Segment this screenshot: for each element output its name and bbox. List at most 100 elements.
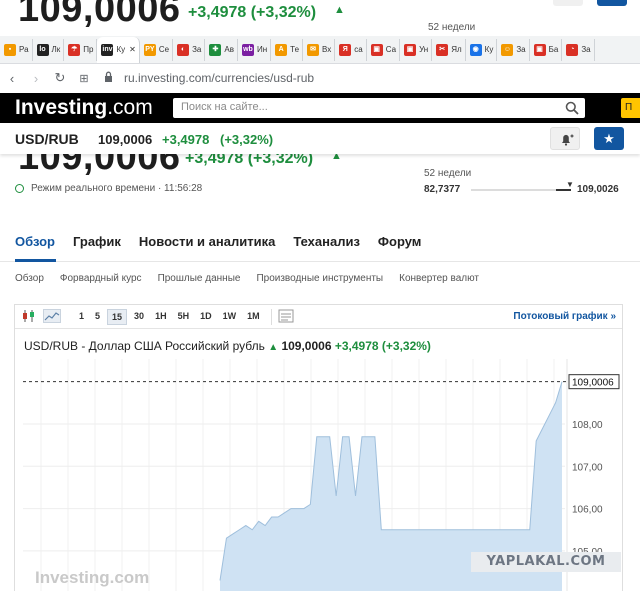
chart-settings-icon[interactable] [278, 309, 294, 325]
tab-favicon-icon: ✚ [209, 43, 222, 56]
forward-icon[interactable]: › [24, 71, 48, 86]
timeframe-button[interactable]: 1D [196, 309, 216, 325]
streaming-chart-link[interactable]: Потоковый график » [513, 311, 616, 322]
tab-forum[interactable]: Форум [378, 234, 421, 249]
sticky-quote-bar: USD/RUB 109,0006 +3,4978 (+3,32%) ★ [0, 124, 640, 154]
browser-tab-label: Са [385, 45, 397, 54]
current-price-label: 109,0006 [572, 378, 614, 389]
search-icon[interactable] [565, 101, 579, 115]
timeframe-button[interactable]: 15 [107, 308, 128, 325]
browser-tab[interactable]: inv Ку ✕ [97, 36, 140, 63]
browser-tab[interactable]: ✚ Ав [205, 38, 238, 61]
apps-grid-icon[interactable]: ⊞ [72, 72, 96, 85]
tab-technical[interactable]: Теханализ [293, 234, 360, 249]
investing-logo[interactable]: Investing.com [15, 96, 153, 120]
search-placeholder: Поиск на сайте... [181, 101, 268, 113]
url-field[interactable]: ru.investing.com/currencies/usd-rub [124, 71, 314, 85]
subtab-historical-data[interactable]: Прошлые данные [158, 273, 241, 284]
browser-tab[interactable]: ☺ За [497, 38, 530, 61]
week52-marker-icon: ▼ [566, 180, 574, 189]
site-search-input[interactable]: Поиск на сайте... [173, 98, 585, 118]
tab-favicon-icon: PY [143, 43, 156, 56]
quote-change: +3,4978 (+3,32%) [185, 154, 314, 167]
browser-tab-label: Те [290, 45, 300, 54]
browser-tab[interactable]: wb Ин [238, 38, 272, 61]
browser-tab-label: Ин [256, 45, 268, 54]
week52-low: 82,7377 [424, 184, 461, 195]
subtab-derivatives[interactable]: Производные инструменты [256, 273, 383, 284]
tab-favicon-icon: ◉ [469, 43, 482, 56]
browser-tab[interactable]: ◐ За [173, 38, 206, 61]
chart-widget: 1 5 15 30 1H 5H 1D 1W 1M Потоковый график » USD/… [14, 304, 623, 591]
browser-tab[interactable]: ▣ Ба [530, 38, 563, 61]
close-tab-icon[interactable]: ✕ [129, 45, 136, 54]
signup-button[interactable]: П [621, 98, 640, 118]
sticky-price: 109,0006 [98, 132, 153, 147]
timeframe-button[interactable]: 1 [75, 309, 88, 325]
bell-plus-icon [562, 134, 574, 146]
timeframe-button[interactable]: 5 [91, 309, 104, 325]
week52-label: 52 недели [424, 168, 472, 179]
browser-tab[interactable]: ✂ Ял [432, 38, 466, 61]
browser-tab[interactable]: lo Лк [33, 38, 65, 61]
sticky-pair: USD/RUB [15, 131, 79, 147]
tab-overview[interactable]: Обзор [15, 234, 55, 249]
browser-tab-label: За [192, 45, 202, 54]
browser-tab-label: Ун [419, 45, 429, 54]
timeframe-button[interactable]: 1H [151, 309, 171, 325]
ghost-price: 109,0006 [18, 0, 181, 30]
browser-tab-label: са [354, 45, 363, 54]
toolbar-divider [270, 308, 272, 325]
browser-tab-strip: ▪ Ра lo Лк ☂ Пр inv Ку ✕ PY Се ◐ За ✚ Ав wb Ин A Те ✉ Вх Яса ▣… [0, 36, 640, 64]
browser-tab[interactable]: Яса [335, 38, 367, 61]
area-chart-icon[interactable] [43, 308, 65, 325]
quote-price: 109,0006 [18, 154, 181, 178]
yaplakal-watermark: YAPLAKAL.COM [471, 552, 621, 572]
add-alert-button[interactable] [550, 127, 580, 150]
week52-high: 109,0026 [577, 184, 619, 195]
browser-tab[interactable]: ☂ Пр [64, 38, 98, 61]
add-to-watchlist-button[interactable]: ★ [594, 127, 624, 150]
subtab-overview[interactable]: Обзор [15, 273, 44, 284]
tab-favicon-icon: ☂ [68, 43, 81, 56]
y-tick-label: 106,00 [572, 505, 603, 516]
week52-range-fill [556, 189, 571, 191]
sticky-change: +3,4978 [162, 132, 210, 147]
browser-tab-label: Ба [548, 45, 559, 54]
browser-tab[interactable]: ▣ Са [367, 38, 401, 61]
browser-tab-label: За [581, 45, 591, 54]
browser-tab-label: Ав [224, 45, 234, 54]
browser-tab[interactable]: ◔ За [562, 38, 595, 61]
timeframe-button[interactable]: 1W [219, 309, 241, 325]
browser-tab[interactable]: ✉ Вх [303, 38, 336, 61]
sub-nav-tabs: Обзор Форвардный курс Прошлые данные Про… [15, 273, 495, 284]
browser-tab-label: Ял [451, 45, 462, 54]
subtab-forward-rates[interactable]: Форвардный курс [60, 273, 142, 284]
tab-favicon-icon: ◐ [177, 43, 190, 56]
browser-address-bar: ‹ › ↻ ⊞ ru.investing.com/currencies/usd-… [0, 64, 640, 92]
ghost-up-arrow-icon: ▲ [334, 4, 345, 16]
lock-icon [96, 71, 120, 85]
tab-news[interactable]: Новости и аналитика [139, 234, 275, 249]
tab-favicon-icon: A [275, 43, 288, 56]
browser-tab[interactable]: ▣ Ун [400, 38, 433, 61]
tab-favicon-icon: ✉ [307, 43, 320, 56]
y-tick-label: 108,00 [572, 420, 603, 431]
tab-favicon-icon: Я [339, 43, 352, 56]
browser-tab-label: Ра [19, 45, 29, 54]
subtab-converter[interactable]: Конвертер валют [399, 273, 479, 284]
candlestick-icon[interactable] [21, 309, 43, 325]
browser-tab-label: Вх [322, 45, 332, 54]
chart-toolbar: 1 5 15 30 1H 5H 1D 1W 1M Потоковый график » [15, 305, 622, 329]
timeframe-button[interactable]: 5H [174, 309, 194, 325]
browser-tab[interactable]: ◉ Ку [466, 38, 498, 61]
timeframe-button[interactable]: 1M [243, 309, 264, 325]
browser-tab[interactable]: ▪ Ра [0, 38, 33, 61]
browser-tab[interactable]: A Те [271, 38, 304, 61]
reload-icon[interactable]: ↻ [48, 70, 72, 86]
browser-tab-label: Се [158, 45, 170, 54]
timeframe-button[interactable]: 30 [130, 309, 148, 325]
tab-chart[interactable]: График [73, 234, 121, 249]
browser-tab[interactable]: PY Се [140, 38, 174, 61]
back-icon[interactable]: ‹ [0, 71, 24, 86]
